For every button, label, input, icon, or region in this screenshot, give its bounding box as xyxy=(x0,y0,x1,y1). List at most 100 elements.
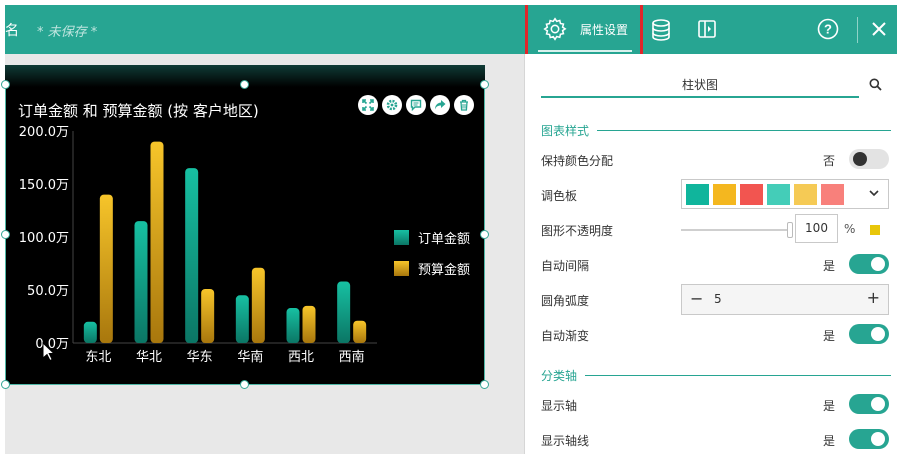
resize-handle-bottom[interactable] xyxy=(240,380,249,389)
properties-panel: 柱状图 图表样式 保持颜色分配 否 调色板 图形不透明度 100 % 自动间隔 … xyxy=(524,54,897,454)
bar-budget-1[interactable] xyxy=(150,141,164,343)
share-icon[interactable] xyxy=(430,95,450,115)
bar-budget-5[interactable] xyxy=(353,320,367,343)
opacity-slider-thumb[interactable] xyxy=(787,222,793,238)
bar-budget-2[interactable] xyxy=(201,288,215,343)
resize-handle-right[interactable] xyxy=(480,230,489,239)
section-divider xyxy=(541,375,891,376)
auto-gradient-state: 是 xyxy=(823,329,836,343)
bar-orders-2[interactable] xyxy=(185,168,199,343)
bar-budget-3[interactable] xyxy=(251,267,265,343)
legend-swatch xyxy=(394,230,409,245)
resize-handle-top-left[interactable] xyxy=(1,80,10,89)
bar-budget-4[interactable] xyxy=(302,305,316,343)
palette-swatch xyxy=(740,184,763,205)
row-auto-gap: 自动间隔 是 xyxy=(541,252,891,276)
active-tab-underline xyxy=(538,50,632,52)
properties-tab-label: 属性设置 xyxy=(580,23,629,37)
show-axis-line-label: 显示轴线 xyxy=(541,434,590,448)
opacity-input[interactable]: 100 xyxy=(795,214,838,243)
top-bar: 名 * 未保存 * 属性设置 ? xyxy=(5,5,897,58)
palette-swatch xyxy=(794,184,817,205)
show-axis-state: 是 xyxy=(823,399,836,413)
corner-radius-stepper: − 5 + xyxy=(681,284,889,315)
section-category-axis: 分类轴 xyxy=(541,367,891,384)
section-title: 图表样式 xyxy=(541,122,598,139)
x-tick-label: 东北 xyxy=(85,350,111,365)
resize-handle-bottom-right[interactable] xyxy=(480,380,489,389)
section-chart-style: 图表样式 xyxy=(541,122,891,139)
bar-orders-0[interactable] xyxy=(83,321,97,343)
show-axis-label: 显示轴 xyxy=(541,399,578,413)
x-tick-label: 西北 xyxy=(288,350,314,365)
help-icon[interactable]: ? xyxy=(817,18,839,40)
chart-type-tab[interactable]: 柱状图 xyxy=(541,76,859,93)
chart-type-tab-underline xyxy=(541,96,859,98)
palette-dropdown[interactable] xyxy=(681,179,889,209)
y-tick-label: 150.0万 xyxy=(19,178,69,193)
bar-orders-5[interactable] xyxy=(337,281,351,343)
y-tick-label: 50.0万 xyxy=(27,284,69,299)
palette-swatch xyxy=(686,184,709,205)
bar-chart-plot: 0.0万50.0万100.0万150.0万200.0万东北 华北 华东 华南 西北 西南 xyxy=(19,125,377,365)
resize-handle-top[interactable] xyxy=(240,80,249,89)
show-axis-toggle[interactable] xyxy=(849,394,889,414)
mouse-cursor-icon xyxy=(42,341,56,365)
minus-icon[interactable]: − xyxy=(690,289,703,308)
search-icon[interactable] xyxy=(869,78,882,94)
bar-orders-1[interactable] xyxy=(134,221,148,343)
chevron-down-icon xyxy=(868,187,880,202)
opacity-unit: % xyxy=(844,222,856,236)
close-icon[interactable] xyxy=(871,21,887,37)
row-opacity: 图形不透明度 100 % xyxy=(541,214,891,243)
legend-item-orders[interactable]: 订单金额 xyxy=(394,222,470,253)
comment-icon[interactable] xyxy=(406,95,426,115)
chart-toolbar xyxy=(358,95,474,115)
opacity-label: 图形不透明度 xyxy=(541,224,614,238)
show-axis-line-toggle[interactable] xyxy=(849,429,889,449)
chart-title: 订单金额 和 预算金额 (按 客户地区) xyxy=(18,102,259,120)
resize-handle-top-right[interactable] xyxy=(480,80,489,89)
expand-icon[interactable] xyxy=(358,95,378,115)
palette-label: 调色板 xyxy=(541,189,578,203)
y-tick-label: 200.0万 xyxy=(19,125,69,140)
section-title: 分类轴 xyxy=(541,367,586,384)
resize-handle-bottom-left[interactable] xyxy=(1,380,10,389)
legend-swatch xyxy=(394,261,409,276)
save-status: * 未保存 * xyxy=(37,25,98,40)
palette-swatch xyxy=(767,184,790,205)
row-show-axis-line: 显示轴线 是 xyxy=(541,427,891,451)
auto-gap-state: 是 xyxy=(823,259,836,273)
bar-orders-3[interactable] xyxy=(235,295,249,343)
x-tick-label: 华东 xyxy=(187,350,213,365)
opacity-slider-track[interactable] xyxy=(681,229,791,231)
row-keep-color: 保持颜色分配 否 xyxy=(541,147,891,171)
auto-gradient-label: 自动渐变 xyxy=(541,329,590,343)
auto-gradient-toggle[interactable] xyxy=(849,324,889,344)
keep-color-toggle[interactable] xyxy=(849,149,889,169)
legend-item-budget[interactable]: 预算金额 xyxy=(394,253,470,284)
legend-label: 预算金额 xyxy=(418,263,471,278)
auto-gap-label: 自动间隔 xyxy=(541,259,590,273)
x-tick-label: 华北 xyxy=(136,350,162,365)
plus-icon[interactable]: + xyxy=(867,288,880,307)
trash-icon[interactable] xyxy=(454,95,474,115)
corner-radius-value[interactable]: 5 xyxy=(714,292,722,306)
row-auto-gradient: 自动渐变 是 xyxy=(541,322,891,346)
document-name: 名 xyxy=(5,23,19,39)
svg-text:?: ? xyxy=(824,22,832,37)
gear-icon[interactable] xyxy=(382,95,402,115)
row-corner-radius: 圆角弧度 − 5 + xyxy=(541,284,891,315)
panel-toggle-icon[interactable] xyxy=(697,19,717,39)
y-tick-label: 100.0万 xyxy=(19,231,69,246)
auto-gap-toggle[interactable] xyxy=(849,254,889,274)
bar-budget-0[interactable] xyxy=(99,194,113,343)
bar-orders-4[interactable] xyxy=(286,308,300,343)
toolbar-separator xyxy=(857,17,858,43)
keep-color-label: 保持颜色分配 xyxy=(541,154,614,168)
opacity-color-indicator[interactable] xyxy=(870,225,880,235)
x-tick-label: 西南 xyxy=(339,349,365,365)
database-icon[interactable] xyxy=(650,18,672,42)
row-palette: 调色板 xyxy=(541,179,891,209)
properties-tab-button[interactable]: 属性设置 xyxy=(525,5,643,58)
